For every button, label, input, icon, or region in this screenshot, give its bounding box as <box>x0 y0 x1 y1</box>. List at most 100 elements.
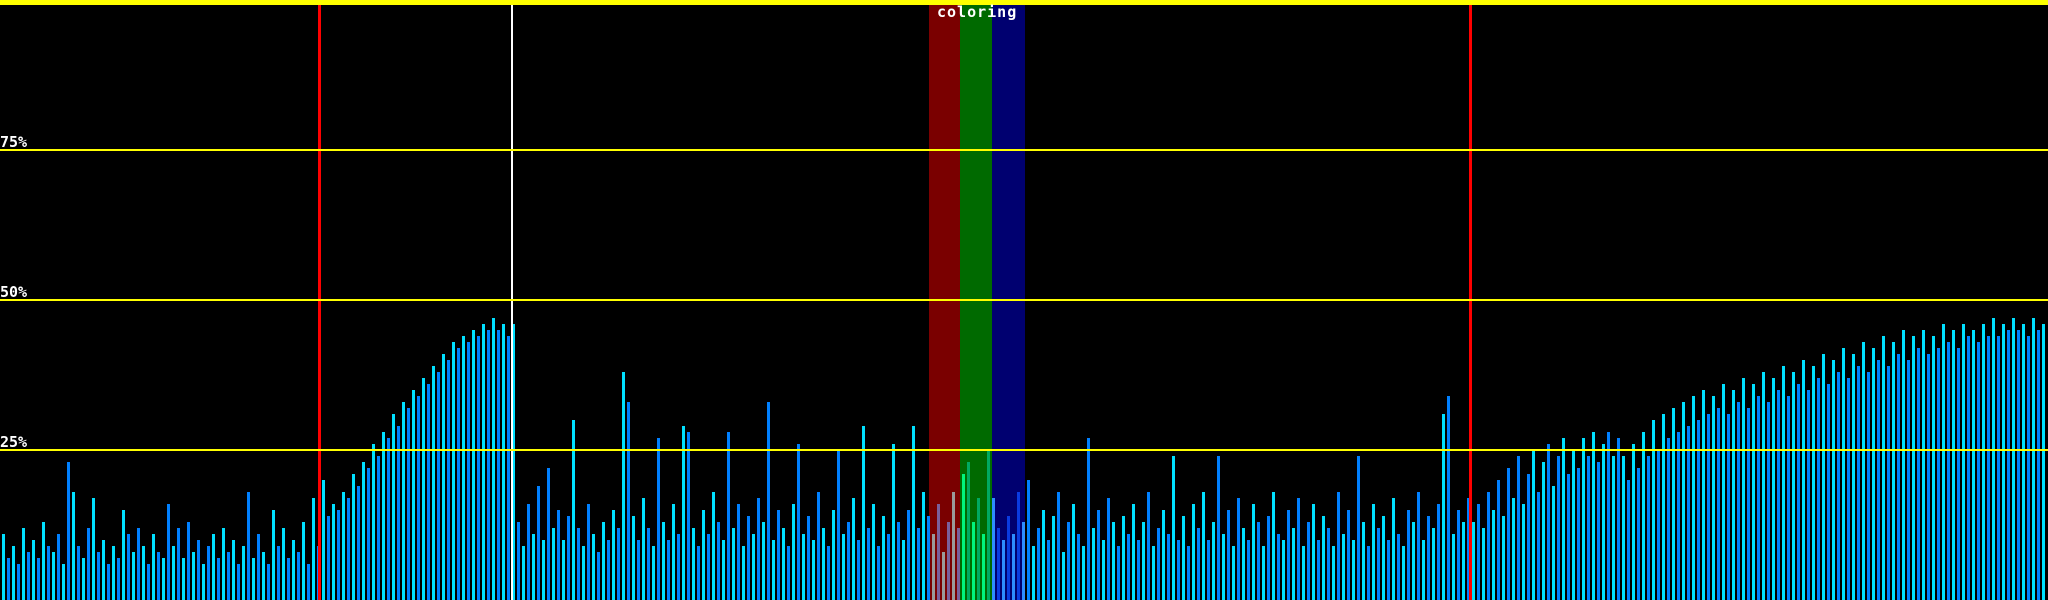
bar <box>1157 528 1160 600</box>
bar <box>132 552 135 600</box>
bar <box>1927 354 1930 600</box>
red-band <box>929 5 960 600</box>
bar <box>1477 504 1480 600</box>
bar <box>1667 438 1670 600</box>
bar <box>832 510 835 600</box>
bar <box>607 540 610 600</box>
bar <box>1102 540 1105 600</box>
bar <box>37 558 40 600</box>
bar <box>1897 354 1900 600</box>
bar <box>727 432 730 600</box>
bar <box>612 510 615 600</box>
bar <box>1527 474 1530 600</box>
bar <box>542 540 545 600</box>
bar <box>1612 456 1615 600</box>
bar <box>1082 546 1085 600</box>
bar <box>1692 396 1695 600</box>
bar <box>62 564 65 600</box>
bar <box>1592 432 1595 600</box>
bar <box>797 444 800 600</box>
bar <box>102 540 105 600</box>
bar <box>822 528 825 600</box>
bar <box>1417 492 1420 600</box>
bar <box>1182 516 1185 600</box>
bar <box>502 324 505 600</box>
bar <box>432 366 435 600</box>
bar <box>582 546 585 600</box>
bar <box>1787 396 1790 600</box>
bar <box>1722 384 1725 600</box>
bar <box>532 534 535 600</box>
bar <box>192 552 195 600</box>
bar <box>1052 516 1055 600</box>
bar <box>527 504 530 600</box>
bar <box>1447 396 1450 600</box>
bar <box>732 528 735 600</box>
bar <box>267 564 270 600</box>
bar <box>1217 456 1220 600</box>
bar <box>1352 540 1355 600</box>
bar <box>1282 540 1285 600</box>
bar <box>217 558 220 600</box>
bar <box>547 468 550 600</box>
bar <box>1632 444 1635 600</box>
bar <box>22 528 25 600</box>
coloring-band-label: coloring <box>937 3 1018 21</box>
bar <box>922 492 925 600</box>
bar <box>122 510 125 600</box>
bar <box>1562 438 1565 600</box>
bar <box>1492 510 1495 600</box>
bar <box>987 450 990 600</box>
bar <box>2 534 5 600</box>
bar <box>47 546 50 600</box>
bar <box>1792 372 1795 600</box>
bar <box>1697 420 1700 600</box>
bar <box>67 462 70 600</box>
bar <box>1832 360 1835 600</box>
bar <box>877 546 880 600</box>
bar <box>947 522 950 600</box>
bar <box>1537 492 1540 600</box>
axis-label-75: 75% <box>0 133 28 151</box>
bar <box>1442 414 1445 600</box>
bar <box>1737 402 1740 600</box>
bar <box>672 504 675 600</box>
bar <box>1122 516 1125 600</box>
bar <box>1727 414 1730 600</box>
bar <box>1112 522 1115 600</box>
bar <box>867 528 870 600</box>
bar <box>452 342 455 600</box>
bar <box>367 468 370 600</box>
bar <box>1212 522 1215 600</box>
bar <box>1087 438 1090 600</box>
bar <box>597 552 600 600</box>
bar <box>702 510 705 600</box>
bar <box>1317 540 1320 600</box>
bar <box>1012 534 1015 600</box>
bar <box>762 522 765 600</box>
bar <box>112 546 115 600</box>
bar <box>242 546 245 600</box>
bar <box>807 516 810 600</box>
bar <box>1662 414 1665 600</box>
bar <box>222 528 225 600</box>
bar <box>907 510 910 600</box>
bar <box>237 564 240 600</box>
bar <box>2037 330 2040 600</box>
bar <box>387 438 390 600</box>
bar <box>857 540 860 600</box>
bar <box>282 528 285 600</box>
bar <box>817 492 820 600</box>
bar <box>777 510 780 600</box>
bar <box>127 534 130 600</box>
bar <box>1017 492 1020 600</box>
bar <box>1517 456 1520 600</box>
bar <box>1872 348 1875 600</box>
bar <box>1952 330 1955 600</box>
bar <box>402 402 405 600</box>
bar <box>1262 546 1265 600</box>
bar <box>1207 540 1210 600</box>
bar <box>227 552 230 600</box>
bar <box>1462 522 1465 600</box>
bar <box>1887 366 1890 600</box>
